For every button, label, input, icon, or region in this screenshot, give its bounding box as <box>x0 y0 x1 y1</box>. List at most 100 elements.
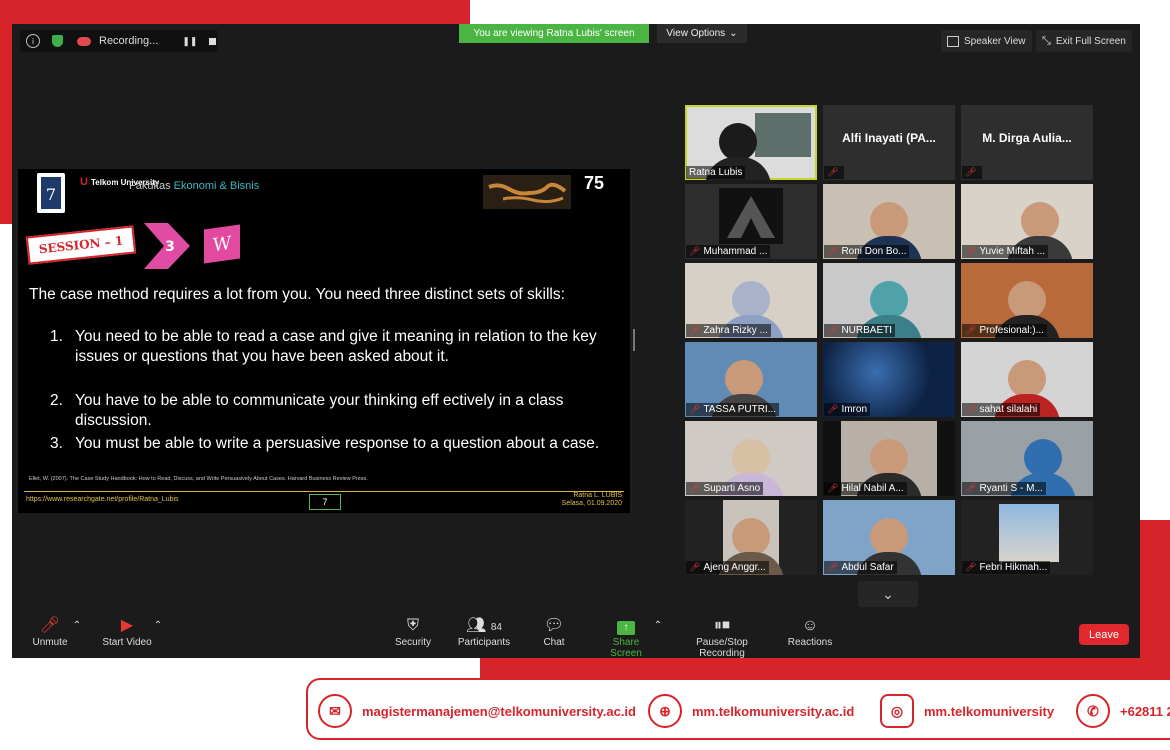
gallery-next-page-button[interactable]: ⌄ <box>858 581 918 607</box>
background-red-shape-left <box>0 24 12 224</box>
participant-tile[interactable]: 🎤︎ sahat silalahi <box>961 342 1093 417</box>
share-options-caret[interactable]: ⌃ <box>653 615 663 637</box>
exit-full-screen-icon: ⤡ <box>1042 34 1051 47</box>
muted-mic-icon: 🎤︎ <box>689 404 701 414</box>
stop-recording-icon[interactable] <box>209 37 217 45</box>
participant-tile[interactable]: 🎤︎ NURBAETI <box>823 263 955 338</box>
participant-video <box>704 123 771 180</box>
participant-name: 🎤︎ Abdul Safar <box>824 561 897 574</box>
pause-stop-icon: ⏸︎⏹︎ <box>713 617 730 634</box>
participant-tile[interactable]: 🎤︎ Abdul Safar <box>823 500 955 575</box>
faculty-title: Fakultas Ekonomi & Bisnis <box>129 180 260 192</box>
audio-options-caret[interactable]: ⌃ <box>72 615 82 637</box>
grid-icon <box>947 35 959 47</box>
participant-tile[interactable]: 🎤︎ TASSA PUTRI... <box>685 342 817 417</box>
chat-button[interactable]: 💬︎ Chat <box>536 615 572 648</box>
participant-video <box>856 518 922 575</box>
participant-tile[interactable]: 🎤︎ Yuvie Miftah ... <box>961 184 1093 259</box>
participant-tile[interactable]: 🎤︎ Ryanti S - M... <box>961 421 1093 496</box>
participant-name: 🎤︎ Suparti Asno <box>686 482 764 495</box>
participant-name: 🎤︎ Ryanti S - M... <box>962 482 1046 495</box>
muted-mic-icon: 🎤︎ <box>689 483 701 493</box>
view-options-button[interactable]: View Options ⌄ <box>657 24 747 43</box>
participants-button[interactable]: 👥︎ 84 Participants <box>456 615 512 648</box>
unmute-button[interactable]: 🎤︎ Unmute <box>30 615 70 648</box>
shared-screen-slide: 7 U Telkom University Fakultas Ekonomi &… <box>18 169 630 513</box>
muted-mic-icon: 🎤︎ <box>827 325 839 335</box>
participant-tile[interactable]: Alfi Inayati (PA... 🎤︎ <box>823 105 955 180</box>
phone-contact[interactable]: ✆ +62811 2 <box>1076 694 1170 728</box>
email-icon: ✉ <box>318 694 352 728</box>
indonesia-map-image <box>483 175 571 209</box>
background-red-shape-right <box>1140 520 1170 660</box>
slide-author-date: Ratna L. LUBIS Selasa, 01.09.2020 <box>561 492 622 507</box>
reactions-button[interactable]: ☺︎ Reactions <box>786 615 834 648</box>
leave-button[interactable]: Leave <box>1079 624 1129 645</box>
chevron-up-icon: ⌃ <box>153 620 163 631</box>
instagram-contact[interactable]: ◎ mm.telkomuniversity <box>880 694 1054 728</box>
participant-tile[interactable]: 🎤︎ Profesional:)... <box>961 263 1093 338</box>
website-contact[interactable]: ⊕ mm.telkomuniversity.ac.id <box>648 694 854 728</box>
session-badge: SESSION – 1 <box>25 225 137 265</box>
pause-stop-recording-button[interactable]: ⏸︎⏹︎ Pause/Stop Recording <box>672 615 772 658</box>
slide-intro-text: The case method requires a lot from you.… <box>29 286 565 303</box>
participant-tile[interactable]: Ratna Lubis <box>685 105 817 180</box>
security-button[interactable]: ⛨ Security <box>392 615 434 648</box>
info-icon[interactable]: i <box>26 34 40 48</box>
muted-microphone-icon: 🎤︎ <box>39 617 61 634</box>
participant-name: 🎤︎ Hilal Nabil A... <box>824 482 907 495</box>
video-options-caret[interactable]: ⌃ <box>153 615 163 637</box>
share-screen-button[interactable]: ↑ Share Screen <box>596 615 656 658</box>
step-number: 3 <box>165 239 175 255</box>
muted-mic-icon: 🎤︎ <box>827 562 839 572</box>
share-screen-icon: ↑ <box>596 615 656 637</box>
emoji-icon: ☺︎ <box>801 617 819 634</box>
participant-tile[interactable]: 🎤︎ Ajeng Anggr... <box>685 500 817 575</box>
contact-footer: ✉ magistermanajemen@telkomuniversity.ac.… <box>306 678 1170 740</box>
muted-mic-icon: 🎤︎ <box>827 167 839 177</box>
profile-picture <box>999 504 1059 562</box>
background-red-shape-bottom <box>480 658 1170 678</box>
chevron-down-icon: ⌄ <box>882 585 894 602</box>
shield-icon: ⛨ <box>406 617 419 634</box>
participant-video <box>711 360 778 417</box>
participant-video <box>1007 202 1074 259</box>
participant-tile[interactable]: 🎤︎ Roni Don Bo... <box>823 184 955 259</box>
muted-mic-icon: 🎤︎ <box>965 483 977 493</box>
participant-tile[interactable]: 🎤︎ Suparti Asno <box>685 421 817 496</box>
participant-tile[interactable]: M. Dirga Aulia... 🎤︎ <box>961 105 1093 180</box>
participant-tile[interactable]: 🎤︎ Muhammad ... <box>685 184 817 259</box>
meeting-top-bar: i Recording... ❚❚ You are viewing Ratna … <box>12 24 1140 58</box>
participant-name: 🎤︎ sahat silalahi <box>962 403 1041 416</box>
participant-video <box>856 202 922 259</box>
slide-list-item: You have to be able to communicate your … <box>75 392 564 429</box>
participant-name: 🎤︎ Imron <box>824 403 870 416</box>
participant-tile[interactable]: 🎤︎ Imron <box>823 342 955 417</box>
participant-video <box>718 439 784 496</box>
participant-status: 🎤︎ <box>824 166 845 179</box>
muted-mic-icon: 🎤︎ <box>827 483 839 493</box>
w-cube-graphic: W <box>204 224 240 264</box>
muted-mic-icon: 🎤︎ <box>827 404 839 414</box>
shield-icon[interactable] <box>52 35 63 47</box>
participant-tile[interactable]: 🎤︎ Zahra Rizky ... <box>685 263 817 338</box>
zoom-window: i Recording... ❚❚ You are viewing Ratna … <box>12 24 1140 658</box>
slide-list-item: You must be able to write a persuasive r… <box>75 435 600 452</box>
participants-count: 84 <box>490 622 502 633</box>
speaker-view-button[interactable]: Speaker View <box>941 30 1032 52</box>
participant-name: 🎤︎ Muhammad ... <box>686 245 771 258</box>
slide-list-number: 2. <box>50 392 63 409</box>
participant-tile[interactable]: 🎤︎ Febri Hikmah... <box>961 500 1093 575</box>
muted-mic-icon: 🎤︎ <box>965 325 977 335</box>
pause-recording-icon[interactable]: ❚❚ <box>182 36 197 47</box>
meeting-toolbar: 🎤︎ Unmute ⌃ ▶︎ Start Video ⌃ ⛨ Security … <box>12 611 1140 658</box>
participant-tile[interactable]: 🎤︎ Hilal Nabil A... <box>823 421 955 496</box>
split-resize-handle[interactable] <box>633 329 635 351</box>
exit-full-screen-button[interactable]: ⤡ Exit Full Screen <box>1036 30 1132 52</box>
participant-name: 🎤︎ Zahra Rizky ... <box>686 324 771 337</box>
globe-icon: ⊕ <box>648 694 682 728</box>
muted-mic-icon: 🎤︎ <box>965 167 977 177</box>
start-video-button[interactable]: ▶︎ Start Video <box>100 615 154 648</box>
email-contact[interactable]: ✉ magistermanajemen@telkomuniversity.ac.… <box>318 694 636 728</box>
muted-mic-icon: 🎤︎ <box>689 325 701 335</box>
